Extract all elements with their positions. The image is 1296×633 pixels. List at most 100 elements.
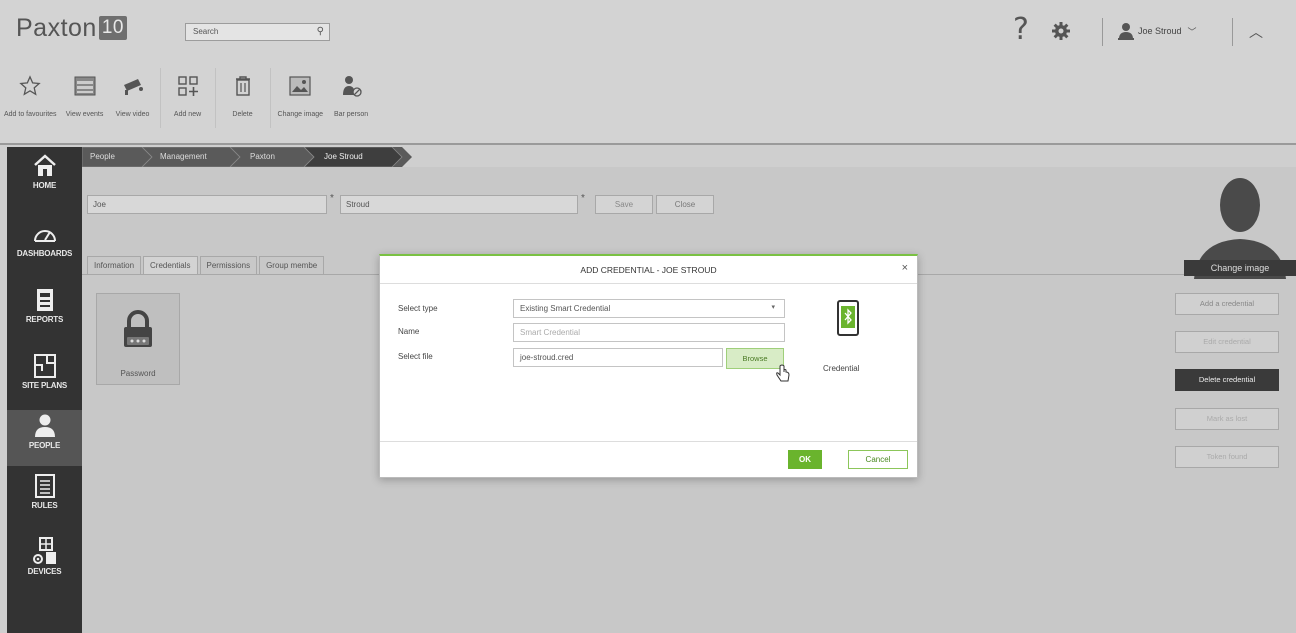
last-name-field[interactable]: Stroud [340, 195, 578, 214]
add-to-favourites-button[interactable]: Add to favourites [0, 64, 61, 134]
view-events-button[interactable]: View events [61, 64, 109, 134]
home-icon [33, 154, 56, 176]
devices-icon [32, 537, 56, 564]
sidebar: HOME DASHBOARDS REPORTS SITE PLANS PEOPL… [7, 147, 82, 633]
tab-bar: Information Credentials Permissions Grou… [87, 256, 326, 275]
file-path-field[interactable]: joe-stroud.cred [513, 348, 723, 367]
sidebar-item-label: PEOPLE [28, 441, 61, 450]
search-placeholder: Search [193, 27, 219, 36]
search-input[interactable]: Search ⚲ [185, 23, 330, 41]
paxton-logo: Paxton 10 [16, 14, 127, 43]
chevron-down-icon: ﹀ [1187, 26, 1197, 37]
bluetooth-icon [841, 306, 855, 328]
first-name-field[interactable]: Joe [87, 195, 327, 214]
reports-icon [36, 289, 53, 311]
sidebar-item-label: HOME [32, 181, 57, 190]
token-found-button[interactable]: Token found [1175, 446, 1279, 468]
sidebar-item-label: RULES [31, 501, 58, 510]
camera-icon [123, 79, 143, 95]
select-file-label: Select file [398, 352, 433, 361]
view-video-button[interactable]: View video [109, 64, 157, 134]
toolbar-label: Bar person [333, 111, 369, 118]
name-field[interactable]: Smart Credential [513, 323, 785, 342]
user-menu[interactable]: Joe Stroud ﹀ [1118, 20, 1197, 42]
change-image-button[interactable]: Change image [1184, 260, 1296, 276]
gauge-icon [33, 230, 56, 242]
breadcrumb-background [82, 147, 412, 167]
breadcrumb: People Management Paxton Joe Stroud [82, 147, 1296, 167]
sidebar-item-site-plans[interactable]: SITE PLANS [7, 353, 82, 407]
trash-icon [235, 76, 250, 96]
breadcrumb-paxton[interactable]: Paxton [242, 147, 275, 167]
sidebar-item-label: SITE PLANS [21, 381, 68, 390]
tab-credentials[interactable]: Credentials [143, 256, 198, 275]
divider [1102, 18, 1103, 46]
toolbar-label: Delete [232, 111, 253, 118]
add-credential-dialog: ADD CREDENTIAL - JOE STROUD × Select typ… [379, 254, 918, 478]
edit-credential-button[interactable]: Edit credential [1175, 331, 1279, 353]
breadcrumb-management[interactable]: Management [152, 147, 207, 167]
bar-person-icon [343, 76, 362, 97]
dialog-divider [380, 283, 917, 284]
chevron-up-icon[interactable]: ︿ [1249, 22, 1263, 42]
sidebar-item-reports[interactable]: REPORTS [7, 287, 82, 339]
help-icon[interactable]: ? [1013, 12, 1029, 47]
delete-credential-button[interactable]: Delete credential [1175, 369, 1279, 391]
sidebar-item-dashboards[interactable]: DASHBOARDS [7, 223, 82, 275]
breadcrumb-people[interactable]: People [82, 147, 115, 167]
sidebar-item-devices[interactable]: DEVICES [7, 537, 82, 593]
padlock-icon [124, 310, 152, 347]
required-marker: * [581, 193, 585, 204]
credential-tile-label: Password [120, 369, 156, 378]
change-image-button[interactable]: Change image [274, 64, 328, 134]
image-icon [289, 76, 311, 96]
close-icon[interactable]: × [902, 262, 908, 274]
sidebar-item-people[interactable]: PEOPLE [7, 410, 82, 466]
chevron-down-icon: ▾ [771, 304, 775, 311]
mark-as-lost-button[interactable]: Mark as lost [1175, 408, 1279, 430]
credential-caption: Credential [823, 364, 860, 373]
user-icon [1118, 23, 1134, 40]
sidebar-item-home[interactable]: HOME [7, 153, 82, 205]
toolbar-label: Change image [277, 111, 324, 118]
add-new-icon [177, 76, 198, 96]
sidebar-item-rules[interactable]: RULES [7, 473, 82, 527]
toolbar-label: Add to favourites [4, 111, 57, 118]
star-icon [19, 75, 41, 96]
breadcrumb-current: Joe Stroud [324, 152, 363, 161]
smartphone-icon [837, 300, 859, 336]
toolbar-label: Add new [173, 111, 202, 118]
toolbar-label: View events [65, 111, 104, 118]
tab-information[interactable]: Information [87, 256, 142, 275]
select-type-dropdown[interactable]: Existing Smart Credential ▾ [513, 299, 785, 318]
select-type-label: Select type [398, 304, 438, 313]
add-new-button[interactable]: Add new [164, 64, 212, 134]
close-button[interactable]: Close [656, 195, 714, 214]
add-credential-button[interactable]: Add a credential [1175, 293, 1279, 315]
gear-icon[interactable] [1051, 21, 1071, 41]
logo-badge: 10 [98, 16, 127, 40]
logo-text: Paxton [16, 14, 97, 42]
divider [1232, 18, 1233, 46]
site-plans-icon [33, 354, 56, 378]
hand-cursor-icon [776, 364, 790, 382]
toolbar-separator [214, 68, 216, 128]
bar-person-button[interactable]: Bar person [327, 64, 375, 134]
tab-group-membership[interactable]: Group membe [259, 256, 325, 275]
select-type-value: Existing Smart Credential [520, 304, 611, 313]
rules-icon [34, 474, 55, 498]
toolbar-label: View video [115, 111, 150, 118]
dialog-title: ADD CREDENTIAL - JOE STROUD [580, 265, 717, 275]
cancel-button[interactable]: Cancel [848, 450, 908, 469]
tab-permissions[interactable]: Permissions [199, 256, 258, 275]
credential-tile-password[interactable]: Password [96, 293, 180, 385]
ok-button[interactable]: OK [788, 450, 822, 469]
save-button[interactable]: Save [595, 195, 653, 214]
events-icon [74, 76, 96, 96]
sidebar-item-label: DASHBOARDS [16, 249, 73, 258]
top-bar: Paxton 10 Search ⚲ ? Joe Stroud ﹀ ︿ Add … [0, 0, 1296, 145]
search-icon[interactable]: ⚲ [317, 26, 324, 37]
user-name: Joe Stroud [1138, 26, 1182, 36]
delete-button[interactable]: Delete [219, 64, 267, 134]
name-label: Name [398, 327, 420, 336]
